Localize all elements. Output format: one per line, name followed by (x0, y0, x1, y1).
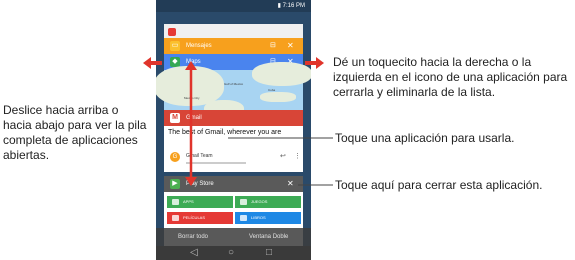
annotation-tap-close: Toque aquí para cerrar esta aplicación. (335, 178, 543, 192)
annotation-swipe-close: Dé un toquecito hacia la derecha o la iz… (333, 55, 568, 99)
annotation-swipe-stack: Deslice hacia arriba o hacia abajo para … (3, 103, 147, 162)
swipe-right-arrow (305, 57, 324, 69)
annotation-tap-use: Toque una aplicación para usarla. (335, 131, 515, 145)
vertical-swipe-arrow (185, 61, 197, 186)
swipe-left-arrow (143, 57, 162, 69)
